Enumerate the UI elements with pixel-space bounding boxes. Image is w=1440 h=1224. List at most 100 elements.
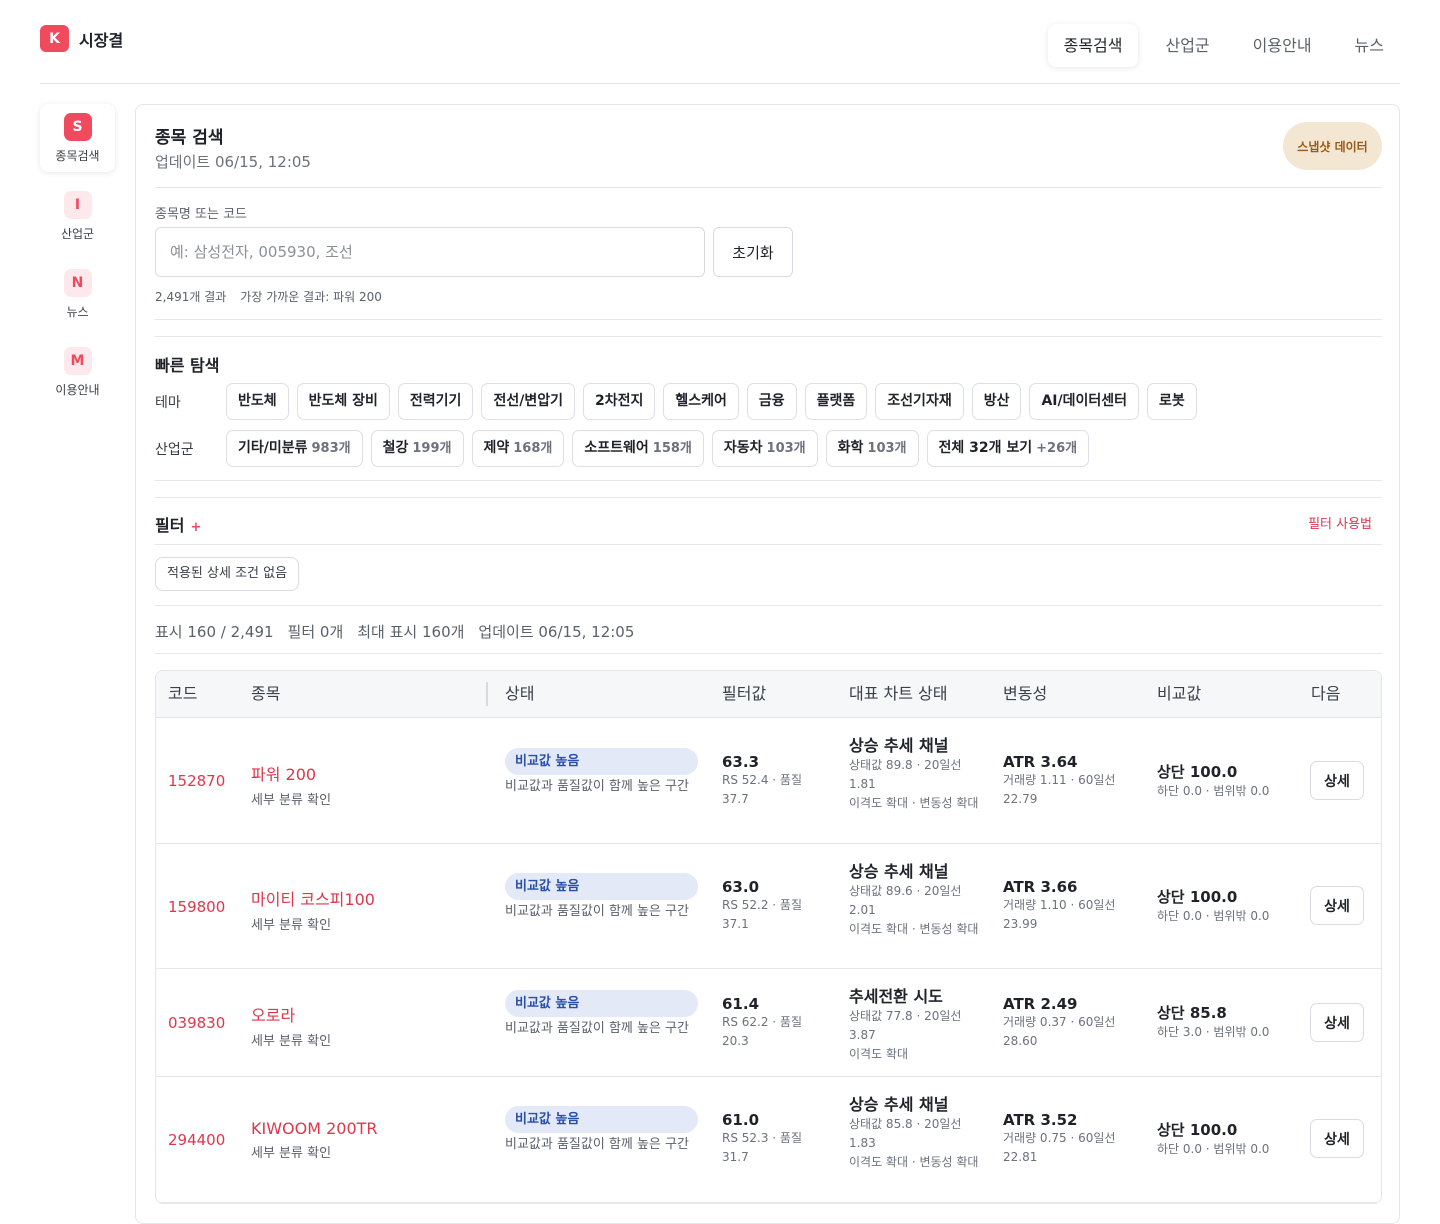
chart-status-flags: 이격도 확대 bbox=[849, 1047, 909, 1061]
stock-name[interactable]: 파워 200 bbox=[251, 761, 331, 785]
status-description: 비교값과 품질값이 함께 높은 구간 bbox=[505, 779, 689, 794]
volatility-cell: ATR 3.52 거래량 0.75 · 60일선 22.81 bbox=[1003, 1111, 1133, 1167]
industry-count: +26개 bbox=[1036, 441, 1078, 456]
brand[interactable]: K 시장결 bbox=[40, 25, 123, 52]
filter-toggle[interactable]: 필터 + bbox=[155, 512, 201, 536]
col-name[interactable]: 종목 bbox=[251, 671, 280, 716]
stock-name[interactable]: KIWOOM 200TR bbox=[251, 1119, 378, 1138]
theme-chip[interactable]: 반도체 장비 bbox=[296, 383, 390, 420]
table-row[interactable]: 159800 마이티 코스피100 세부 분류 확인 비교값 높음 비교값과 품… bbox=[156, 844, 1381, 969]
stock-name[interactable]: 오로라 bbox=[251, 1002, 331, 1026]
theme-chip[interactable]: 헬스케어 bbox=[663, 383, 739, 420]
topnav-news[interactable]: 뉴스 bbox=[1339, 24, 1400, 67]
table-row[interactable]: 294400 KIWOOM 200TR 세부 분류 확인 비교값 높음 비교값과… bbox=[156, 1077, 1381, 1203]
theme-chip[interactable]: 금융 bbox=[746, 383, 797, 420]
stock-code[interactable]: 039830 bbox=[168, 1014, 225, 1032]
detail-button[interactable]: 상세 bbox=[1310, 761, 1364, 800]
industry-name: 화학 bbox=[837, 440, 864, 456]
page-title: 종목 검색 bbox=[155, 128, 224, 148]
industry-chip[interactable]: 기타/미분류 983개 bbox=[226, 430, 363, 467]
divider bbox=[155, 187, 1382, 188]
stock-name-cell: KIWOOM 200TR 세부 분류 확인 bbox=[251, 1119, 378, 1161]
stock-code[interactable]: 159800 bbox=[168, 898, 225, 916]
topnav-industry[interactable]: 산업군 bbox=[1149, 24, 1225, 67]
result-info: 2,491개 결과 가장 가까운 결과: 파워 200 bbox=[155, 288, 382, 305]
industry-name: 철강 bbox=[382, 440, 409, 456]
table-row[interactable]: 152870 파워 200 세부 분류 확인 비교값 높음 비교값과 품질값이 … bbox=[156, 718, 1381, 844]
search-input[interactable] bbox=[155, 227, 705, 277]
industry-chip[interactable]: 소프트웨어 158개 bbox=[572, 430, 704, 467]
filter-value-detail: RS 52.2 · 품질 37.1 bbox=[722, 898, 803, 931]
news-icon: N bbox=[63, 268, 92, 297]
col-status[interactable]: 상태 bbox=[505, 671, 534, 716]
theme-chip[interactable]: 2차전지 bbox=[582, 383, 656, 420]
detail-button[interactable]: 상세 bbox=[1310, 886, 1364, 925]
sidenav-news[interactable]: N 뉴스 bbox=[40, 260, 115, 328]
summary-max: 최대 표시 160개 bbox=[357, 623, 465, 641]
theme-row: 테마 반도체 반도체 장비 전력기기 전선/변압기 2차전지 헬스케어 금융 플… bbox=[155, 383, 1205, 420]
theme-chip[interactable]: 전력기기 bbox=[397, 383, 474, 420]
industry-count: 103개 bbox=[766, 441, 806, 456]
sidenav-label: 이용안내 bbox=[55, 382, 100, 397]
col-code[interactable]: 코드 bbox=[168, 671, 197, 716]
col-filter-value[interactable]: 필터값 bbox=[722, 671, 766, 716]
col-next: 다음 bbox=[1311, 684, 1341, 703]
theme-chip[interactable]: AI/데이터센터 bbox=[1029, 383, 1140, 420]
sidenav-stock-search[interactable]: S 종목검색 bbox=[40, 104, 115, 172]
col-volatility[interactable]: 변동성 bbox=[1003, 671, 1047, 716]
industry-chip[interactable]: 자동차 103개 bbox=[711, 430, 818, 467]
view-all-industries-chip[interactable]: 전체 32개 보기 +26개 bbox=[926, 430, 1090, 467]
theme-chip[interactable]: 전선/변압기 bbox=[481, 383, 575, 420]
theme-chip[interactable]: 플랫폼 bbox=[804, 383, 868, 420]
stock-code[interactable]: 152870 bbox=[168, 772, 225, 790]
table-row[interactable]: 039830 오로라 세부 분류 확인 비교값 높음 비교값과 품질값이 함께 … bbox=[156, 969, 1381, 1077]
stock-subcategory: 세부 분류 확인 bbox=[251, 1034, 332, 1049]
chart-status-cell: 상승 추세 채널 상태값 89.6 · 20일선 2.01 이격도 확대 · 변… bbox=[849, 858, 979, 939]
theme-chip[interactable]: 로봇 bbox=[1147, 383, 1197, 420]
status-cell: 비교값 높음 비교값과 품질값이 함께 높은 구간 bbox=[505, 873, 698, 920]
chart-status-flags: 이격도 확대 · 변동성 확대 bbox=[849, 1155, 979, 1169]
table-header: 코드 종목 상태 필터값 대표 차트 상태 변동성 비교값 다음 bbox=[156, 671, 1381, 718]
divider bbox=[155, 336, 1382, 337]
stock-table: 코드 종목 상태 필터값 대표 차트 상태 변동성 비교값 다음 152870 … bbox=[155, 670, 1382, 1204]
industry-chip[interactable]: 제약 168개 bbox=[471, 430, 565, 467]
volatility-detail: 거래량 1.10 · 60일선 23.99 bbox=[1003, 898, 1116, 931]
col-chart-status[interactable]: 대표 차트 상태 bbox=[849, 671, 948, 716]
summary-shown: 표시 160 / 2,491 bbox=[155, 623, 274, 641]
brand-logo-icon: K bbox=[40, 25, 69, 52]
chart-status-detail: 상태값 77.8 · 20일선 3.87 bbox=[849, 1009, 962, 1042]
detail-button[interactable]: 상세 bbox=[1310, 1003, 1364, 1042]
result-count: 2,491개 결과 bbox=[155, 290, 227, 304]
industry-chip[interactable]: 철강 199개 bbox=[370, 430, 464, 467]
industry-chip[interactable]: 화학 103개 bbox=[825, 430, 919, 467]
volatility-cell: ATR 2.49 거래량 0.37 · 60일선 28.60 bbox=[1003, 995, 1133, 1051]
compare-detail: 하단 3.0 · 범위밖 0.0 bbox=[1157, 1025, 1270, 1039]
detail-button[interactable]: 상세 bbox=[1310, 1119, 1364, 1158]
column-resize-handle[interactable] bbox=[486, 682, 488, 706]
stock-search-card: 종목 검색 업데이트 06/15, 12:05 스냅샷 데이터 종목명 또는 코… bbox=[135, 104, 1400, 1224]
divider bbox=[155, 544, 1382, 545]
reset-button[interactable]: 초기화 bbox=[713, 227, 793, 277]
side-nav: S 종목검색 I 산업군 N 뉴스 M 이용안내 bbox=[40, 104, 115, 416]
theme-chip[interactable]: 조선기자재 bbox=[875, 383, 964, 420]
filter-value: 61.0 bbox=[722, 1111, 760, 1129]
status-badge: 비교값 높음 bbox=[505, 748, 698, 775]
industry-name: 전체 32개 보기 bbox=[938, 440, 1033, 456]
divider bbox=[155, 605, 1382, 606]
sidenav-guide[interactable]: M 이용안내 bbox=[40, 338, 115, 406]
industry-count: 168개 bbox=[513, 441, 553, 456]
volatility-detail: 거래량 0.75 · 60일선 22.81 bbox=[1003, 1131, 1116, 1164]
theme-chip[interactable]: 반도체 bbox=[226, 383, 289, 420]
divider bbox=[155, 319, 1382, 320]
stock-code[interactable]: 294400 bbox=[168, 1131, 225, 1149]
compare-detail: 하단 0.0 · 범위밖 0.0 bbox=[1157, 784, 1270, 798]
compare-cell: 상단 100.0 하단 0.0 · 범위밖 0.0 bbox=[1157, 761, 1269, 801]
topnav-stock-search[interactable]: 종목검색 bbox=[1047, 24, 1139, 67]
theme-chip[interactable]: 방산 bbox=[971, 383, 1022, 420]
stock-name[interactable]: 마이티 코스피100 bbox=[251, 886, 375, 910]
filter-help-link[interactable]: 필터 사용법 bbox=[1308, 513, 1372, 532]
sidenav-industry[interactable]: I 산업군 bbox=[40, 182, 115, 250]
topnav-guide[interactable]: 이용안내 bbox=[1237, 24, 1328, 67]
filter-value: 61.4 bbox=[722, 995, 760, 1013]
col-compare[interactable]: 비교값 bbox=[1157, 671, 1201, 716]
